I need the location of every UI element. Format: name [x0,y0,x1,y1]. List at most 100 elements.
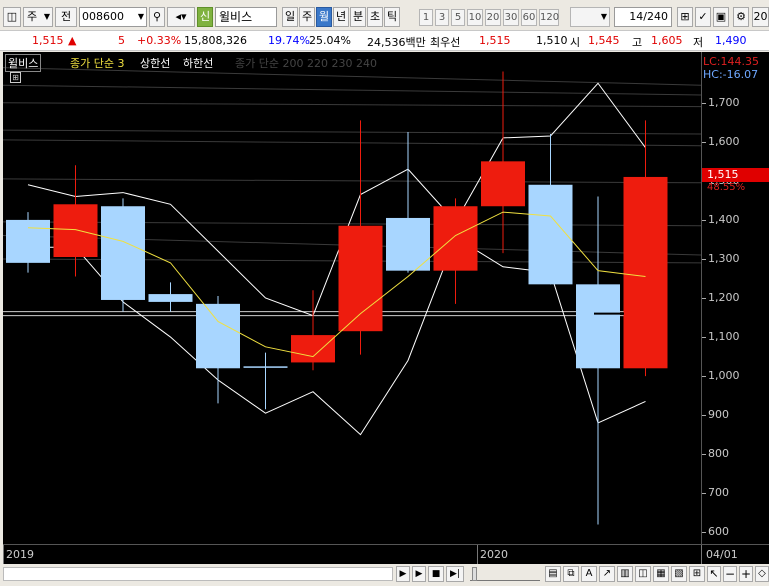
period-button[interactable]: 초 [367,7,383,27]
current-percent: 48.55% [707,182,746,193]
change-percent: +0.33% [137,34,182,47]
print-icon[interactable]: ▣ [713,7,729,27]
corner-number: 20 [752,7,769,27]
toolbar: ◫ 주 ▼ 전 008600 ▼ ⚲ ◂▾ 신 윌비스 일주월년분초틱 1 3 5 10 2… [0,0,769,31]
period-count-button[interactable]: 5 [451,9,465,26]
x-label-2020: 2020 [480,548,508,561]
bars-icon[interactable]: ▥ [617,566,633,582]
legend-stock-name: 윌비스 [5,54,42,72]
period-button[interactable]: 년 [333,7,349,27]
y-tick-label: 900 [708,408,729,422]
x-label-date: 04/01 [706,548,738,561]
slider-handle[interactable] [472,567,477,581]
best-label: 최우선 [430,36,461,49]
compare-icon[interactable]: ⧉ [563,566,579,582]
y-tick [702,102,706,104]
layout-icon[interactable]: ◫ [3,7,21,27]
high-price: 1,605 [651,34,683,47]
period-count-button[interactable]: 60 [521,9,537,26]
grid-icon[interactable]: ⊞ [689,566,705,582]
candle-body [291,335,335,363]
period-button[interactable]: 일 [282,7,298,27]
y-tick-label: 1,600 [708,134,740,148]
period-button[interactable]: 분 [350,7,366,27]
restore-icon[interactable]: ◇ [755,566,769,582]
count-field[interactable]: 14/240 [614,7,672,27]
y-tick-label: 1,700 [708,95,740,109]
low-price: 1,490 [715,34,747,47]
stop-icon[interactable]: ■ [428,566,444,582]
period-count-button[interactable]: 20 [485,9,501,26]
legend-ma: 종가 단순 3 [70,57,125,70]
x-divider [477,545,478,564]
ratio-percent: 25.04% [309,34,351,47]
low-label: 저 [693,36,704,49]
current-price: 1,515 [32,34,64,47]
chart-icon[interactable]: ▤ [545,566,561,582]
y-tick [702,415,706,417]
scroll-right-icon[interactable]: ▶ [396,566,410,582]
gear-icon[interactable]: ⚙ [733,7,749,27]
price-chart [3,67,701,525]
trend-icon[interactable]: ↗ [599,566,615,582]
fast-forward-icon[interactable]: ▶| [446,566,464,582]
volume: 15,808,326 [184,34,247,47]
text-icon[interactable]: A [581,566,597,582]
up-arrow-icon: ▲ [68,34,77,47]
grid-icon[interactable]: ⊞ [10,72,21,83]
period-count-button[interactable]: 3 [435,9,449,26]
price-axis: LC:144.35 HC:-16.07 600 700 800 900 1,000 1,1… [701,52,769,564]
grid-icon[interactable]: ⊞ [677,7,693,27]
legend-faint-ma: 종가 단순 200 220 230 240 [235,57,377,70]
time-axis: 2019 2020 04/01 [3,544,769,564]
high-label: 고 [632,36,643,49]
candle-body [528,184,573,285]
y-tick-label: 1,400 [708,212,740,226]
speaker-icon[interactable]: ◂▾ [167,7,195,27]
volume-icon[interactable]: ▦ [653,566,669,582]
chart-area[interactable]: 윌비스 종가 단순 3 상한선 하한선 종가 단순 200 220 230 24… [3,52,701,564]
period-count-button[interactable]: 120 [539,9,559,26]
pointer-icon[interactable]: ↖ [707,566,721,582]
period-button[interactable]: 월 [316,7,332,27]
all-button[interactable]: 전 [55,7,77,27]
stock-code-value: 008600 [82,10,124,23]
period-button[interactable]: 주 [299,7,315,27]
period-count-button[interactable]: 1 [419,9,433,26]
zoom-slider[interactable] [470,567,540,581]
candle-body [576,284,620,369]
horizontal-scrollbar[interactable] [3,567,393,581]
period-dropdown[interactable]: ▼ [570,7,610,27]
y-tick [702,219,706,221]
long-ma-line [3,84,701,96]
chevron-down-icon: ▼ [600,12,607,21]
chevron-down-icon: ▼ [137,12,144,21]
zoom-in-icon[interactable]: + [739,566,753,582]
trade-amount: 24,536백만 [367,36,426,49]
y-tick-label: 1,300 [708,251,740,265]
candle-body [243,366,288,368]
quote-bar: 1,515 ▲ 5 +0.33% 15,808,326 19.74% 25.04… [0,31,769,51]
candle-body [6,219,50,263]
y-tick [702,493,706,495]
layout-icon[interactable]: ▧ [671,566,687,582]
chart-check-icon[interactable]: ✓ [695,7,711,27]
y-tick-label: 600 [708,525,729,539]
legend-lower: 하한선 [183,57,214,70]
period-button[interactable]: 틱 [384,7,400,27]
zoom-out-icon[interactable]: − [723,566,737,582]
candle-body [148,294,193,302]
y-tick [702,298,706,299]
y-tick [702,376,706,378]
stock-code-input[interactable]: 008600 ▼ [79,7,147,27]
stock-name-field: 윌비스 [215,7,277,27]
play-icon[interactable]: ▶ [412,566,426,582]
candle-icon[interactable]: ◫ [635,566,651,582]
candle-body [623,176,668,369]
stock-type-select[interactable]: 주 ▼ [23,7,53,27]
period-count-button[interactable]: 10 [467,9,483,26]
search-icon[interactable]: ⚲ [149,7,165,27]
period-count-button[interactable]: 30 [503,9,519,26]
hc-indicator: HC:-16.07 [703,68,759,81]
current-price-tag: 1,515 [702,168,769,182]
